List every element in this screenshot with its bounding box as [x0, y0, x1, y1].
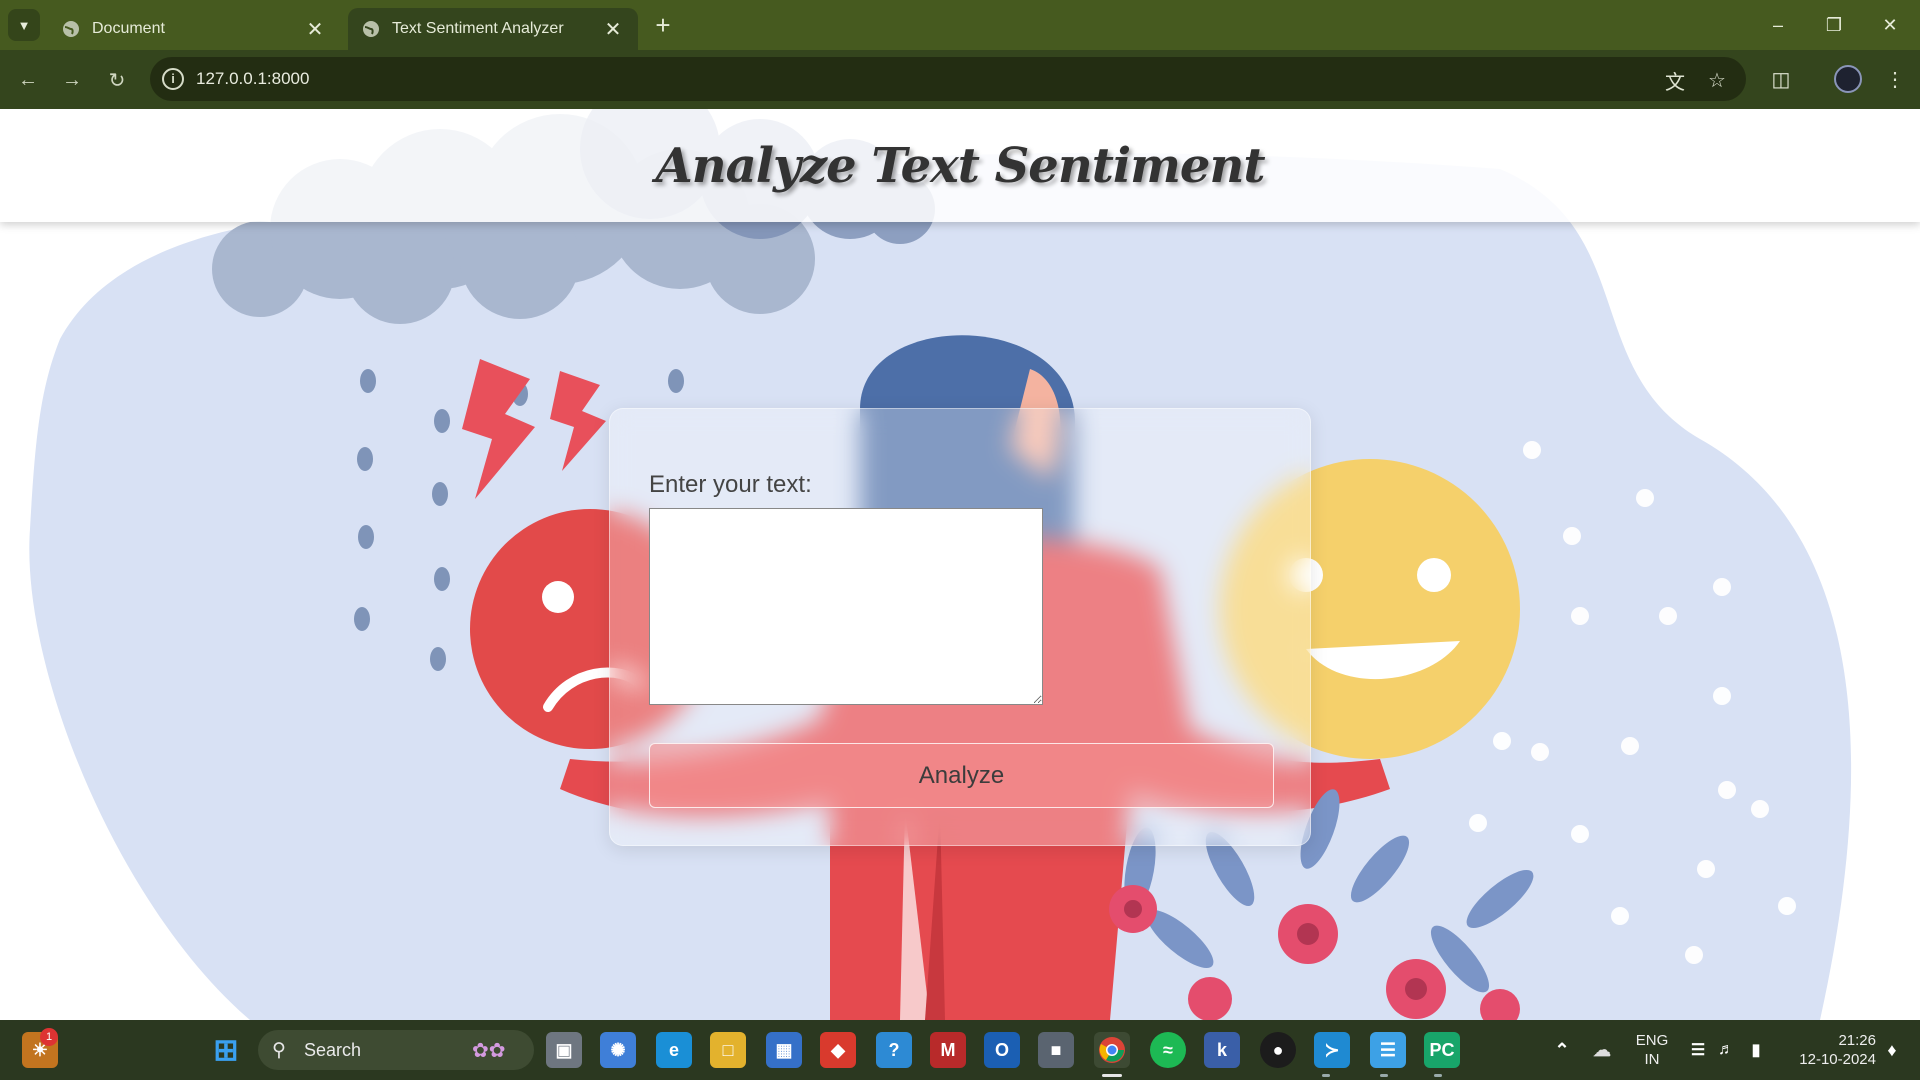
page-title: Analyze Text Sentiment	[655, 137, 1265, 194]
tab-document[interactable]: Document ✕	[48, 8, 340, 50]
address-bar[interactable]: i 127.0.0.1:8000 文 ☆	[150, 57, 1746, 101]
tab-strip: ▼ Document ✕ Text Sentiment Analyzer ✕ +…	[0, 0, 1920, 50]
new-tab-button[interactable]: +	[648, 10, 678, 40]
notepad-icon[interactable]: ☰	[1370, 1032, 1406, 1068]
open-app-indicator	[1322, 1074, 1330, 1077]
globe-icon	[62, 20, 80, 38]
battery-icon[interactable]: ▮	[1738, 1032, 1774, 1068]
analyze-form-card: Enter your text: Analyze	[609, 408, 1311, 846]
chrome-icon[interactable]	[1094, 1032, 1130, 1068]
bookmark-star-icon[interactable]: ☆	[1704, 67, 1730, 93]
task-view-icon[interactable]: ▣	[546, 1032, 582, 1068]
show-hidden-icons-icon[interactable]: ⌃	[1544, 1032, 1580, 1068]
close-window-icon[interactable]: ✕	[1862, 6, 1918, 44]
forward-arrow-icon[interactable]: →	[56, 64, 88, 96]
taskbar: ☀ 1 ⊞ ⚲ Search ✿✿ ▣ ✺ e □ ▦ ◆ ? M O ■ ≈ …	[0, 1020, 1920, 1080]
app-box-icon[interactable]: ■	[1038, 1032, 1074, 1068]
text-input[interactable]	[649, 508, 1043, 705]
outlook-icon[interactable]: O	[984, 1032, 1020, 1068]
open-app-indicator	[1380, 1074, 1388, 1077]
translate-icon[interactable]: 文	[1662, 67, 1688, 94]
page-viewport: Analyze Text Sentiment Enter your text: …	[0, 109, 1920, 1020]
text-input-label: Enter your text:	[649, 471, 812, 498]
active-app-indicator	[1102, 1074, 1122, 1077]
windows-start-icon[interactable]: ⊞	[208, 1032, 244, 1068]
reload-icon[interactable]: ↻	[101, 64, 133, 96]
mcafee-icon[interactable]: M	[930, 1032, 966, 1068]
app-diamond-icon[interactable]: ◆	[820, 1032, 856, 1068]
edge-icon[interactable]: e	[656, 1032, 692, 1068]
url-text[interactable]: 127.0.0.1:8000	[196, 69, 309, 89]
language-indicator[interactable]: ENG IN	[1630, 1031, 1674, 1069]
tab-search-button[interactable]: ▼	[8, 9, 40, 41]
analyze-button[interactable]: Analyze	[649, 743, 1274, 808]
clock-time: 21:26	[1838, 1032, 1876, 1049]
search-placeholder: Search	[304, 1040, 362, 1060]
help-icon[interactable]: ?	[876, 1032, 912, 1068]
page-header: Analyze Text Sentiment	[0, 109, 1920, 222]
search-icon: ⚲	[272, 1040, 286, 1061]
app-k-icon[interactable]: k	[1204, 1032, 1240, 1068]
notification-badge: 1	[40, 1028, 58, 1046]
clock-date: 12-10-2024	[1799, 1051, 1876, 1068]
site-info-icon[interactable]: i	[162, 68, 184, 90]
browser-toolbar: ← → ↻ i 127.0.0.1:8000 文 ☆ ◫ ⋮	[0, 50, 1920, 109]
clock[interactable]: 21:26 12-10-2024	[1780, 1031, 1876, 1069]
pycharm-icon[interactable]: PC	[1424, 1032, 1460, 1068]
taskbar-search[interactable]: ⚲ Search ✿✿	[258, 1030, 534, 1070]
onedrive-icon[interactable]: ☁	[1584, 1032, 1620, 1068]
vscode-icon[interactable]: ≻	[1314, 1032, 1350, 1068]
tab-text-sentiment-analyzer[interactable]: Text Sentiment Analyzer ✕	[348, 8, 638, 50]
github-icon[interactable]: ●	[1260, 1032, 1296, 1068]
close-tab-icon[interactable]: ✕	[304, 17, 326, 42]
spotify-icon[interactable]: ≈	[1150, 1032, 1186, 1068]
language-code: ENG	[1635, 1032, 1669, 1049]
region-code: IN	[1644, 1051, 1660, 1068]
globe-icon	[362, 20, 380, 38]
open-app-indicator	[1434, 1074, 1442, 1077]
file-explorer-icon[interactable]: □	[710, 1032, 746, 1068]
close-tab-icon[interactable]: ✕	[602, 17, 624, 42]
profile-avatar[interactable]	[1834, 65, 1862, 93]
minimize-icon[interactable]: –	[1750, 6, 1806, 44]
back-arrow-icon[interactable]: ←	[12, 64, 44, 96]
copilot-icon[interactable]: ✺	[600, 1032, 636, 1068]
notification-bell-icon[interactable]: ♦	[1874, 1032, 1910, 1068]
search-highlight-icon: ✿✿	[472, 1040, 506, 1062]
tab-title: Document	[92, 20, 165, 37]
tab-title: Text Sentiment Analyzer	[392, 20, 564, 37]
restore-icon[interactable]: ❐	[1806, 6, 1862, 44]
more-menu-icon[interactable]: ⋮	[1880, 64, 1910, 94]
extensions-icon[interactable]: ◫	[1766, 64, 1796, 94]
microsoft-store-icon[interactable]: ▦	[766, 1032, 802, 1068]
